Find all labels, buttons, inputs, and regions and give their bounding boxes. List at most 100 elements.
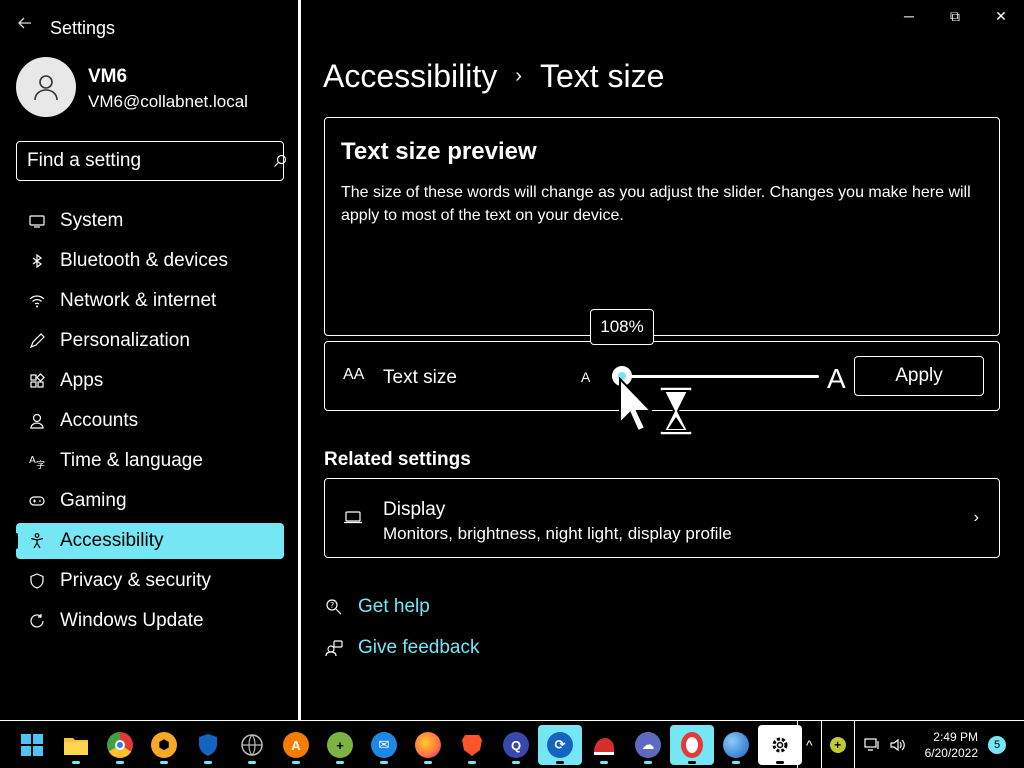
user-name: VM6 (88, 66, 128, 87)
user-email: VM6@collabnet.local (88, 92, 248, 111)
sidebar-item-label: Bluetooth & devices (60, 250, 228, 271)
search-input[interactable] (27, 150, 272, 172)
preview-text: The size of these words will change as y… (341, 184, 971, 224)
person-icon (26, 410, 48, 432)
close-button[interactable]: ✕ (978, 0, 1024, 32)
sidebar-item-label: Privacy & security (60, 570, 211, 591)
get-help-label[interactable]: Get help (358, 596, 430, 618)
sidebar-item-time-language[interactable]: A字 Time & language (16, 443, 284, 479)
apps-icon (26, 370, 48, 392)
sidebar-item-windows-update[interactable]: Windows Update (16, 603, 284, 639)
gamepad-icon (26, 490, 48, 512)
shield-icon (26, 570, 48, 592)
remote-app-icon[interactable] (582, 725, 626, 765)
svg-text:字: 字 (36, 459, 45, 470)
volume-icon (890, 738, 905, 751)
network-volume-tray[interactable] (853, 721, 915, 768)
start-icon[interactable] (10, 725, 54, 765)
sync-app-icon[interactable]: ⟳ (538, 725, 582, 765)
sidebar-nav: System Bluetooth & devices Network & int… (14, 203, 284, 643)
taskbar: ⬢ A + ✉ Q ⟳ ☁ ^ + 2:49 PM 6/20/2022 5 (0, 720, 1024, 768)
wifi-icon (26, 290, 48, 312)
globe-clock-icon: A字 (26, 450, 48, 472)
tray-app-icon[interactable]: + (820, 721, 854, 768)
accessibility-icon (26, 530, 48, 552)
chevron-right-icon: › (973, 509, 979, 526)
sidebar-item-label: Personalization (60, 330, 190, 351)
slider-min-label: A (581, 369, 591, 385)
browser-shield-icon[interactable]: ⬢ (142, 725, 186, 765)
settings-gear-icon[interactable] (758, 725, 802, 765)
busy-cursor-icon (618, 376, 698, 441)
firefox-icon[interactable] (406, 725, 450, 765)
bluetooth-icon (26, 250, 48, 272)
sidebar-item-bluetooth[interactable]: Bluetooth & devices (16, 243, 284, 279)
sidebar-item-network[interactable]: Network & internet (16, 283, 284, 319)
apply-button[interactable]: Apply (854, 356, 984, 396)
monitor-icon (26, 210, 48, 232)
thunderbird-icon[interactable]: ✉ (362, 725, 406, 765)
network-status-icon (864, 737, 879, 751)
person-icon (34, 75, 58, 101)
text-size-icon: AA (343, 366, 365, 383)
restore-button[interactable]: ⧉ (932, 0, 978, 32)
plus-app-icon[interactable]: + (318, 725, 362, 765)
defender-shield-icon[interactable] (186, 725, 230, 765)
breadcrumb-parent[interactable]: Accessibility (323, 58, 497, 95)
cloud-drive-icon[interactable]: ☁ (626, 725, 670, 765)
tray-overflow-chevron-icon[interactable]: ^ (797, 721, 821, 768)
app-title: Settings (50, 18, 116, 38)
file-explorer-icon[interactable] (54, 725, 98, 765)
related-settings-title: Related settings (324, 449, 471, 470)
clock-time: 2:49 PM (933, 729, 978, 744)
sidebar-item-accessibility[interactable]: Accessibility (14, 523, 284, 559)
sidebar-item-label: Windows Update (60, 610, 204, 631)
network-globe-icon[interactable] (230, 725, 274, 765)
system-tray: ^ + 2:49 PM 6/20/2022 5 (797, 721, 1024, 768)
back-arrow-icon[interactable] (14, 14, 36, 36)
globe-browser-icon[interactable] (714, 725, 758, 765)
laptop-icon (343, 509, 363, 530)
avast-icon[interactable]: A (274, 725, 318, 765)
window-controls: ─ ⧉ ✕ (886, 0, 1024, 32)
search-q-icon[interactable]: Q (494, 725, 538, 765)
update-icon (26, 610, 48, 632)
clock-date: 6/20/2022 (924, 745, 978, 760)
chrome-icon[interactable] (98, 725, 142, 765)
sidebar-item-label: Gaming (60, 490, 127, 511)
feedback-icon (324, 638, 344, 658)
sidebar-item-gaming[interactable]: Gaming (16, 483, 284, 519)
clock[interactable]: 2:49 PM 6/20/2022 (915, 729, 988, 761)
preview-title: Text size preview (341, 138, 537, 165)
main-content: ─ ⧉ ✕ Accessibility › Text size Text siz… (301, 0, 1024, 720)
help-icon: ? (324, 597, 344, 617)
sidebar-item-label: System (60, 210, 124, 231)
breadcrumb: Accessibility › Text size (323, 58, 664, 95)
sidebar-item-label: Accessibility (60, 530, 164, 551)
sidebar-item-accounts[interactable]: Accounts (16, 403, 284, 439)
search-icon[interactable] (272, 153, 288, 169)
sidebar-item-privacy[interactable]: Privacy & security (16, 563, 284, 599)
sidebar-item-label: Network & internet (60, 290, 217, 311)
opera-icon[interactable] (670, 725, 714, 765)
taskbar-apps: ⬢ A + ✉ Q ⟳ ☁ (10, 725, 802, 765)
sidebar-item-system[interactable]: System (16, 203, 284, 239)
notification-badge[interactable]: 5 (988, 735, 1006, 754)
sidebar-item-label: Time & language (60, 450, 203, 471)
give-feedback-label[interactable]: Give feedback (358, 637, 479, 659)
sidebar-item-label: Apps (60, 370, 104, 391)
slider-max-label: A (827, 363, 846, 394)
search-box[interactable] (16, 141, 287, 181)
pen-icon (26, 330, 48, 352)
avatar[interactable] (16, 57, 76, 117)
svg-text:A: A (29, 455, 36, 466)
page-title: Text size (539, 58, 665, 94)
sidebar-item-apps[interactable]: Apps (16, 363, 284, 399)
give-feedback-link[interactable]: Give feedback (324, 637, 479, 659)
display-link-card[interactable]: Display Monitors, brightness, night ligh… (324, 478, 1000, 558)
brave-icon[interactable] (450, 725, 494, 765)
sidebar-item-personalization[interactable]: Personalization (16, 323, 284, 359)
minimize-button[interactable]: ─ (886, 0, 932, 32)
get-help-link[interactable]: ? Get help (324, 596, 430, 618)
slider-value-tooltip: 108% (590, 309, 654, 345)
